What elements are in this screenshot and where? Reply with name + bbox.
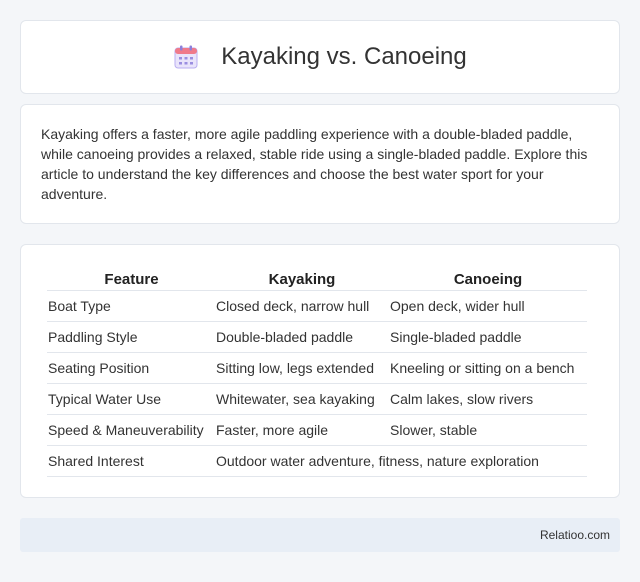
table-row: Boat Type Closed deck, narrow hull Open … xyxy=(47,291,587,322)
page-title: Kayaking vs. Canoeing xyxy=(221,43,467,70)
comparison-table: Feature Kayaking Canoeing Boat Type Clos… xyxy=(47,265,587,477)
canoeing-cell: Slower, stable xyxy=(389,415,587,446)
table-row: Seating Position Sitting low, legs exten… xyxy=(47,353,587,384)
feature-cell: Boat Type xyxy=(47,291,215,322)
feature-cell: Typical Water Use xyxy=(47,384,215,415)
shared-value-cell: Outdoor water adventure, fitness, nature… xyxy=(215,446,587,477)
header-kayaking: Kayaking xyxy=(215,265,389,291)
feature-cell: Seating Position xyxy=(47,353,215,384)
kayaking-cell: Faster, more agile xyxy=(215,415,389,446)
feature-cell: Speed & Maneuverability xyxy=(47,415,215,446)
header-feature: Feature xyxy=(47,265,215,291)
title-card: Kayaking vs. Canoeing xyxy=(20,20,620,94)
canoeing-cell: Kneeling or sitting on a bench xyxy=(389,353,587,384)
table-row: Paddling Style Double-bladed paddle Sing… xyxy=(47,322,587,353)
kayaking-cell: Double-bladed paddle xyxy=(215,322,389,353)
kayaking-cell: Sitting low, legs extended xyxy=(215,353,389,384)
intro-text: Kayaking offers a faster, more agile pad… xyxy=(41,126,588,202)
feature-cell: Paddling Style xyxy=(47,322,215,353)
canoeing-cell: Open deck, wider hull xyxy=(389,291,587,322)
table-header-row: Feature Kayaking Canoeing xyxy=(47,265,587,291)
table-row-shared: Shared Interest Outdoor water adventure,… xyxy=(47,446,587,477)
table-row: Speed & Maneuverability Faster, more agi… xyxy=(47,415,587,446)
footer: Relatioo.com xyxy=(20,518,620,552)
feature-cell: Shared Interest xyxy=(47,446,215,477)
canoeing-cell: Single-bladed paddle xyxy=(389,322,587,353)
intro-card: Kayaking offers a faster, more agile pad… xyxy=(20,104,620,224)
comparison-card: Feature Kayaking Canoeing Boat Type Clos… xyxy=(20,244,620,498)
footer-brand: Relatioo.com xyxy=(539,528,610,542)
table-row: Typical Water Use Whitewater, sea kayaki… xyxy=(47,384,587,415)
header-canoeing: Canoeing xyxy=(389,265,587,291)
calendar-icon xyxy=(174,45,198,69)
kayaking-cell: Closed deck, narrow hull xyxy=(215,291,389,322)
canoeing-cell: Calm lakes, slow rivers xyxy=(389,384,587,415)
kayaking-cell: Whitewater, sea kayaking xyxy=(215,384,389,415)
